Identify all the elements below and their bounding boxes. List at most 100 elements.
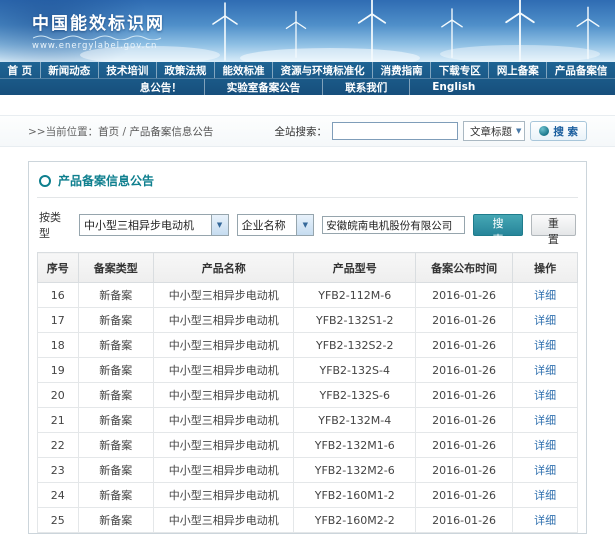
detail-link[interactable]: 详细 <box>534 514 556 527</box>
cell-filing-type: 新备案 <box>78 308 154 333</box>
nav-item[interactable]: 息公告！ <box>118 79 205 95</box>
cell-no: 17 <box>38 308 79 333</box>
filter-bar: 按类型 中小型三相异步电动机 ▼ 企业名称 ▼ 搜索 重置 <box>37 198 578 252</box>
site-name: 中国能效标识网 <box>32 9 165 34</box>
column-header: 操作 <box>513 253 578 283</box>
table-row: 17 新备案 中小型三相异步电动机 YFB2-132S1-2 2016-01-2… <box>38 308 578 333</box>
nav-row-1: 首 页新闻动态技术培训政策法规能效标准资源与环境标准化消费指南下载专区网上备案产… <box>0 62 615 78</box>
cell-no: 23 <box>38 458 79 483</box>
search-icon <box>539 126 549 136</box>
cell-filing-type: 新备案 <box>78 358 154 383</box>
detail-link[interactable]: 详细 <box>534 464 556 477</box>
nav-item[interactable]: 产品备案信 <box>547 62 615 78</box>
detail-link[interactable]: 详细 <box>534 289 556 302</box>
type-select-value: 中小型三相异步电动机 <box>80 217 198 233</box>
table-row: 23 新备案 中小型三相异步电动机 YFB2-132M2-6 2016-01-2… <box>38 458 578 483</box>
cell-publish-date: 2016-01-26 <box>415 283 512 308</box>
site-search: 全站搜索： 文章标题 ▼ 搜 索 <box>274 121 587 141</box>
nav-item[interactable]: 能效标准 <box>215 62 273 78</box>
cell-no: 21 <box>38 408 79 433</box>
cell-product-model: YFB2-160M1-2 <box>294 483 416 508</box>
detail-link[interactable]: 详细 <box>534 339 556 352</box>
company-field-select[interactable]: 企业名称 ▼ <box>237 214 315 236</box>
breadcrumb-current-link[interactable]: 产品备案信息公告 <box>129 126 213 138</box>
cell-action: 详细 <box>513 358 578 383</box>
cell-product-name: 中小型三相异步电动机 <box>154 333 294 358</box>
cell-publish-date: 2016-01-26 <box>415 483 512 508</box>
column-header: 产品型号 <box>294 253 416 283</box>
filter-reset-button[interactable]: 重置 <box>531 214 576 236</box>
column-header: 产品名称 <box>154 253 294 283</box>
table-row: 19 新备案 中小型三相异步电动机 YFB2-132S-4 2016-01-26… <box>38 358 578 383</box>
cell-action: 详细 <box>513 483 578 508</box>
cell-product-model: YFB2-132M2-6 <box>294 458 416 483</box>
site-search-input[interactable] <box>332 122 458 140</box>
nav-item[interactable]: 首 页 <box>0 62 41 78</box>
cell-no: 19 <box>38 358 79 383</box>
cell-filing-type: 新备案 <box>78 383 154 408</box>
column-header: 备案类型 <box>78 253 154 283</box>
cell-action: 详细 <box>513 408 578 433</box>
breadcrumb: >>当前位置：首页 / 产品备案信息公告 <box>28 124 213 139</box>
cell-publish-date: 2016-01-26 <box>415 508 512 533</box>
nav-item[interactable]: 下载专区 <box>431 62 489 78</box>
table-header-row: 序号备案类型产品名称产品型号备案公布时间操作 <box>38 253 578 283</box>
cell-product-model: YFB2-132M1-6 <box>294 433 416 458</box>
detail-link[interactable]: 详细 <box>534 364 556 377</box>
nav-item[interactable]: 网上备案 <box>489 62 547 78</box>
filter-search-button[interactable]: 搜索 <box>473 214 522 236</box>
search-field-select[interactable]: 文章标题 ▼ <box>463 121 525 141</box>
company-name-input[interactable] <box>322 216 465 234</box>
cell-publish-date: 2016-01-26 <box>415 308 512 333</box>
detail-link[interactable]: 详细 <box>534 314 556 327</box>
nav-item[interactable]: 技术培训 <box>99 62 157 78</box>
cell-product-model: YFB2-132M-4 <box>294 408 416 433</box>
cell-product-name: 中小型三相异步电动机 <box>154 283 294 308</box>
cell-publish-date: 2016-01-26 <box>415 433 512 458</box>
cell-filing-type: 新备案 <box>78 483 154 508</box>
cell-product-name: 中小型三相异步电动机 <box>154 408 294 433</box>
cell-action: 详细 <box>513 308 578 333</box>
table-row: 25 新备案 中小型三相异步电动机 YFB2-160M2-2 2016-01-2… <box>38 508 578 533</box>
table-row: 18 新备案 中小型三相异步电动机 YFB2-132S2-2 2016-01-2… <box>38 333 578 358</box>
nav-item[interactable]: 资源与环境标准化 <box>273 62 373 78</box>
cell-action: 详细 <box>513 508 578 533</box>
nav-item[interactable]: 新闻动态 <box>41 62 99 78</box>
table-body: 16 新备案 中小型三相异步电动机 YFB2-112M-6 2016-01-26… <box>38 283 578 533</box>
nav-item[interactable]: 实验室备案公告 <box>205 79 324 95</box>
detail-link[interactable]: 详细 <box>534 414 556 427</box>
table-row: 24 新备案 中小型三相异步电动机 YFB2-160M1-2 2016-01-2… <box>38 483 578 508</box>
breadcrumb-separator: / <box>119 126 129 138</box>
cell-product-name: 中小型三相异步电动机 <box>154 508 294 533</box>
cell-filing-type: 新备案 <box>78 408 154 433</box>
cell-product-name: 中小型三相异步电动机 <box>154 358 294 383</box>
nav-item[interactable]: 消费指南 <box>373 62 431 78</box>
detail-link[interactable]: 详细 <box>534 389 556 402</box>
logo-wave-decoration <box>33 35 165 40</box>
site-banner: 中国能效标识网 www.energylabel.gov.cn <box>0 0 615 62</box>
nav-item[interactable]: 政策法规 <box>157 62 215 78</box>
nav-item[interactable]: 联系我们 <box>323 79 410 95</box>
cell-action: 详细 <box>513 333 578 358</box>
cell-product-name: 中小型三相异步电动机 <box>154 383 294 408</box>
detail-link[interactable]: 详细 <box>534 489 556 502</box>
type-select[interactable]: 中小型三相异步电动机 ▼ <box>79 214 229 236</box>
cell-filing-type: 新备案 <box>78 508 154 533</box>
breadcrumb-prefix: >>当前位置： <box>28 126 98 138</box>
table-row: 22 新备案 中小型三相异步电动机 YFB2-132M1-6 2016-01-2… <box>38 433 578 458</box>
cell-action: 详细 <box>513 383 578 408</box>
site-search-button[interactable]: 搜 索 <box>530 121 587 141</box>
search-field-selected-value: 文章标题 <box>470 124 512 139</box>
cell-product-name: 中小型三相异步电动机 <box>154 483 294 508</box>
cell-filing-type: 新备案 <box>78 458 154 483</box>
breadcrumb-home-link[interactable]: 首页 <box>98 126 119 138</box>
table-row: 20 新备案 中小型三相异步电动机 YFB2-132S-6 2016-01-26… <box>38 383 578 408</box>
cell-action: 详细 <box>513 433 578 458</box>
detail-link[interactable]: 详细 <box>534 439 556 452</box>
table-row: 21 新备案 中小型三相异步电动机 YFB2-132M-4 2016-01-26… <box>38 408 578 433</box>
cell-no: 25 <box>38 508 79 533</box>
site-logo[interactable]: 中国能效标识网 www.energylabel.gov.cn <box>32 9 165 51</box>
nav-item[interactable]: English <box>410 79 497 95</box>
cell-publish-date: 2016-01-26 <box>415 358 512 383</box>
site-url: www.energylabel.gov.cn <box>32 41 165 51</box>
